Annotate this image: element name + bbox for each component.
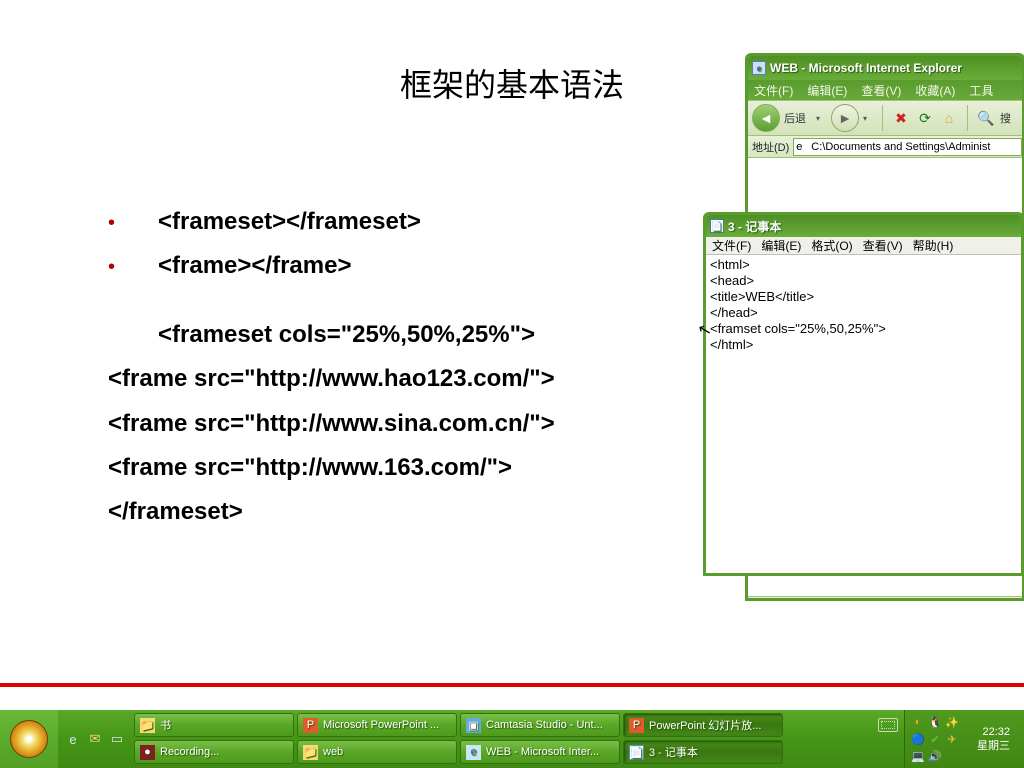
tray-icon[interactable]: ◐ bbox=[911, 715, 925, 729]
keyboard-icon[interactable] bbox=[878, 718, 898, 732]
ie-address-bar: 地址(D) e C:\Documents and Settings\Admini… bbox=[748, 136, 1022, 158]
search-label: 搜 bbox=[1000, 110, 1011, 126]
code-line: </html> bbox=[710, 337, 1017, 353]
refresh-icon[interactable]: ⟳ bbox=[915, 108, 935, 128]
ie-icon: e bbox=[466, 745, 481, 760]
clock-day: 星期三 bbox=[977, 739, 1010, 753]
address-input[interactable]: e C:\Documents and Settings\Administ bbox=[793, 138, 1022, 156]
status-text: 完毕 bbox=[772, 600, 794, 602]
notepad-title-text: 3 - 记事本 bbox=[728, 218, 781, 235]
tray-icon[interactable]: 🔊 bbox=[928, 749, 942, 763]
notepad-text-area[interactable]: <html> <head> <title>WEB</title> </head>… bbox=[706, 255, 1021, 573]
menu-format[interactable]: 格式(O) bbox=[811, 237, 852, 254]
address-value: C:\Documents and Settings\Administ bbox=[811, 141, 990, 153]
notepad-menubar[interactable]: 文件(F) 编辑(E) 格式(O) 查看(V) 帮助(H) bbox=[706, 237, 1021, 255]
back-button[interactable]: ◄ bbox=[752, 104, 780, 132]
slide-body: •<frameset></frameset> •<frame></frame> … bbox=[108, 200, 555, 535]
tray-icon[interactable]: ✈ bbox=[945, 732, 959, 746]
notepad-window[interactable]: 📄 3 - 记事本 文件(F) 编辑(E) 格式(O) 查看(V) 帮助(H) … bbox=[703, 212, 1024, 576]
folder-icon: 📁 bbox=[140, 718, 155, 733]
bullet-frame: <frame></frame> bbox=[158, 244, 351, 288]
clock-time: 22:32 bbox=[977, 725, 1010, 739]
taskbar[interactable]: e ✉ ▭ 📁书 PMicrosoft PowerPoint ... ▣Camt… bbox=[0, 710, 1024, 768]
home-icon[interactable]: ⌂ bbox=[939, 108, 959, 128]
task-buttons: 📁书 PMicrosoft PowerPoint ... ▣Camtasia S… bbox=[132, 710, 878, 768]
code-line: <framset cols="25%,50,25%"> bbox=[710, 321, 1017, 337]
start-orb-icon bbox=[10, 720, 48, 758]
back-label: 后退 bbox=[784, 110, 806, 126]
powerpoint-icon: P bbox=[303, 718, 318, 733]
address-label: 地址(D) bbox=[752, 139, 789, 155]
slide-divider bbox=[0, 683, 1024, 687]
page-icon: e bbox=[752, 61, 766, 75]
code-line: </frameset> bbox=[108, 490, 555, 534]
tray-icon[interactable]: 🐧 bbox=[928, 715, 942, 729]
task-camtasia[interactable]: ▣Camtasia Studio - Unt... bbox=[460, 713, 620, 737]
tray-icon[interactable]: 🔵 bbox=[911, 732, 925, 746]
tray-icon[interactable]: ✨ bbox=[945, 715, 959, 729]
task-folder-shu[interactable]: 📁书 bbox=[134, 713, 294, 737]
menu-help[interactable]: 帮助(H) bbox=[913, 237, 954, 254]
tray-icon[interactable]: 💻 bbox=[911, 749, 925, 763]
code-line: <frame src="http://www.sina.com.cn/"> bbox=[108, 402, 555, 446]
ie-title-text: WEB - Microsoft Internet Explorer bbox=[770, 61, 962, 75]
menu-file[interactable]: 文件(F) bbox=[754, 82, 793, 99]
clock[interactable]: 22:32 星期三 bbox=[977, 725, 1010, 753]
ie-statusbar: ▭ 完毕 bbox=[748, 596, 1022, 601]
menu-view[interactable]: 查看(V) bbox=[861, 82, 901, 99]
search-icon[interactable]: 🔍 bbox=[976, 108, 996, 128]
tray-icons: ◐ 🐧 ✨ 🔵 ✔ ✈ 💻 🔊 bbox=[911, 715, 973, 763]
code-line: <frameset cols="25%,50%,25%"> bbox=[158, 313, 535, 357]
bullet-frameset: <frameset></frameset> bbox=[158, 200, 421, 244]
toolbar-separator bbox=[882, 105, 883, 131]
task-notepad[interactable]: 📄3 - 记事本 bbox=[623, 740, 783, 764]
ie-toolbar: ◄ 后退 ▾ ► ▾ ✖ ⟳ ⌂ 🔍 搜 bbox=[748, 100, 1022, 136]
forward-button[interactable]: ► bbox=[831, 104, 859, 132]
ie-menubar[interactable]: 文件(F) 编辑(E) 查看(V) 收藏(A) 工具 bbox=[748, 80, 1022, 100]
task-powerpoint[interactable]: PMicrosoft PowerPoint ... bbox=[297, 713, 457, 737]
camtasia-icon: ▣ bbox=[466, 718, 481, 733]
show-desktop-icon[interactable]: ▭ bbox=[108, 730, 126, 748]
page-icon: e bbox=[796, 141, 808, 153]
code-line: <html> bbox=[710, 257, 1017, 273]
menu-fav[interactable]: 收藏(A) bbox=[915, 82, 955, 99]
code-line: <frame src="http://www.163.com/"> bbox=[108, 446, 555, 490]
notepad-titlebar[interactable]: 📄 3 - 记事本 bbox=[706, 215, 1021, 237]
tray-icon[interactable]: ✔ bbox=[928, 732, 942, 746]
back-dropdown-icon[interactable]: ▾ bbox=[816, 114, 827, 123]
code-line: <head> bbox=[710, 273, 1017, 289]
folder-icon: 📁 bbox=[303, 745, 318, 760]
code-line: <title>WEB</title> bbox=[710, 289, 1017, 305]
toolbar-separator bbox=[967, 105, 968, 131]
fwd-dropdown-icon[interactable]: ▾ bbox=[863, 114, 874, 123]
notepad-icon: 📄 bbox=[629, 745, 644, 760]
task-ie-web[interactable]: eWEB - Microsoft Inter... bbox=[460, 740, 620, 764]
code-line: </head> bbox=[710, 305, 1017, 321]
menu-edit[interactable]: 编辑(E) bbox=[807, 82, 847, 99]
ie-titlebar[interactable]: e WEB - Microsoft Internet Explorer bbox=[748, 56, 1022, 80]
record-icon: ● bbox=[140, 745, 155, 760]
menu-tool[interactable]: 工具 bbox=[969, 82, 993, 99]
task-folder-web[interactable]: 📁web bbox=[297, 740, 457, 764]
quick-launch: e ✉ ▭ bbox=[58, 710, 132, 768]
code-line: <frame src="http://www.hao123.com/"> bbox=[108, 357, 555, 401]
mail-icon[interactable]: ✉ bbox=[86, 730, 104, 748]
task-recording[interactable]: ●Recording... bbox=[134, 740, 294, 764]
menu-view[interactable]: 查看(V) bbox=[863, 237, 903, 254]
notepad-icon: 📄 bbox=[710, 219, 724, 233]
menu-file[interactable]: 文件(F) bbox=[712, 237, 751, 254]
system-tray[interactable]: ◐ 🐧 ✨ 🔵 ✔ ✈ 💻 🔊 22:32 星期三 bbox=[904, 710, 1024, 768]
menu-edit[interactable]: 编辑(E) bbox=[761, 237, 801, 254]
stop-icon[interactable]: ✖ bbox=[891, 108, 911, 128]
task-slideshow[interactable]: PPowerPoint 幻灯片放... bbox=[623, 713, 783, 737]
ie-icon[interactable]: e bbox=[64, 730, 82, 748]
start-button[interactable] bbox=[0, 710, 58, 768]
powerpoint-icon: P bbox=[629, 718, 644, 733]
